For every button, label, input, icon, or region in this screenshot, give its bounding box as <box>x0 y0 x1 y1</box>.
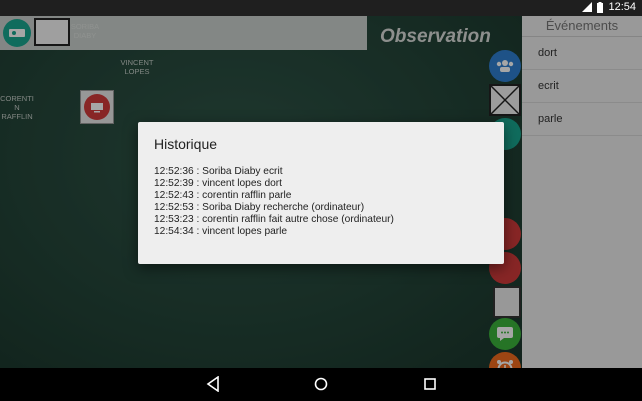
history-list: 12:52:36 : Soriba Diaby ecrit 12:52:39 :… <box>154 166 394 238</box>
history-entry: 12:52:36 : Soriba Diaby ecrit <box>154 166 283 177</box>
home-icon[interactable] <box>314 376 328 392</box>
signal-icon <box>582 2 593 12</box>
back-icon[interactable] <box>206 376 220 392</box>
history-entry: 12:54:34 : vincent lopes parle <box>154 226 288 237</box>
dialog-title: Historique <box>154 136 218 152</box>
history-entry: 12:52:53 : Soriba Diaby recherche (ordin… <box>154 202 365 213</box>
status-bar: 12:54 <box>0 0 642 16</box>
history-entry: 12:53:23 : corentin rafflin fait autre c… <box>154 214 394 225</box>
history-dialog: Historique 12:52:36 : Soriba Diaby ecrit… <box>138 122 504 264</box>
status-right: 12:54 <box>582 1 636 13</box>
battery-icon <box>597 1 604 13</box>
history-entry: 12:52:39 : vincent lopes dort <box>154 178 282 189</box>
history-entry: 12:52:43 : corentin rafflin parle <box>154 190 292 201</box>
navigation-bar <box>0 368 642 401</box>
recents-icon[interactable] <box>423 376 437 392</box>
status-time: 12:54 <box>608 1 636 13</box>
